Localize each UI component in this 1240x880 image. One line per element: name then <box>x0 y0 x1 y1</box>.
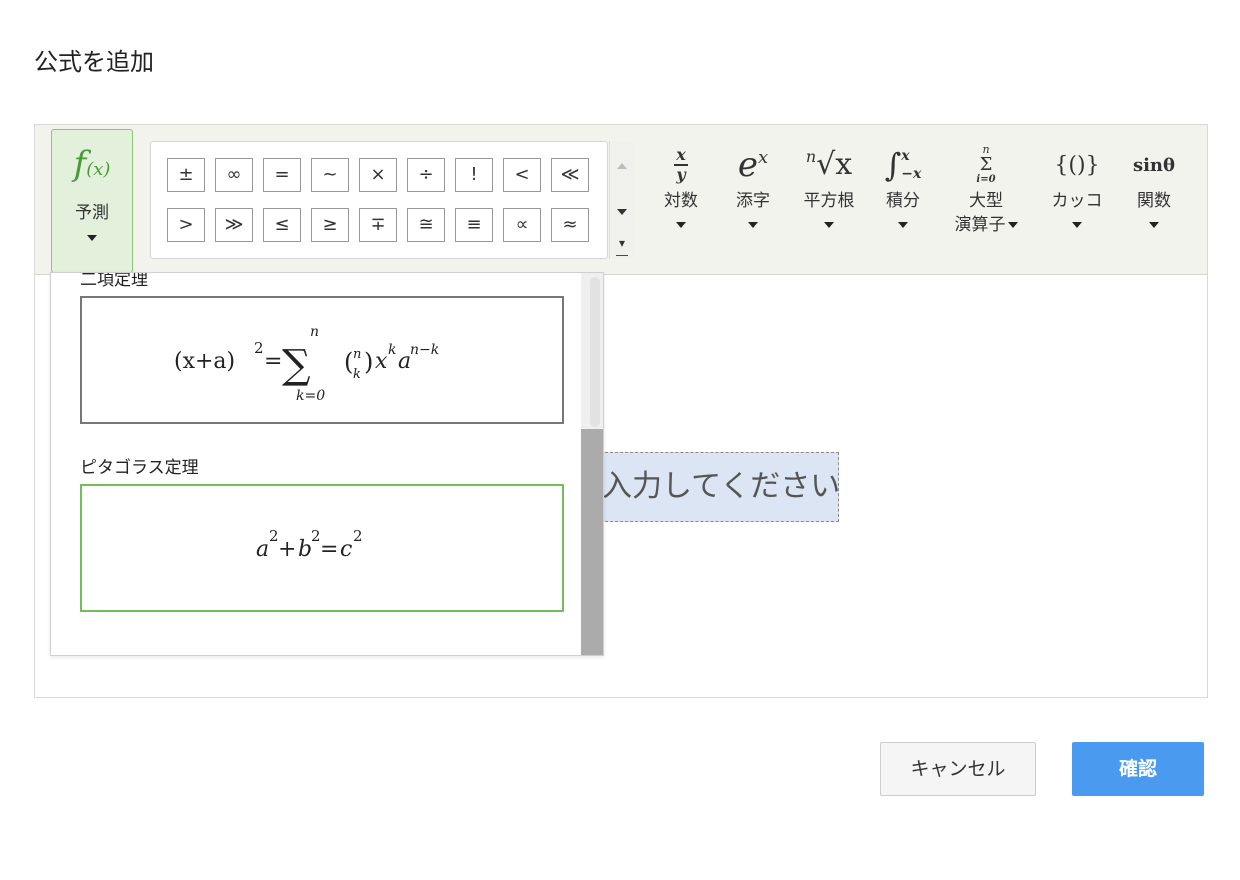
symbol-approx[interactable]: ≈ <box>551 208 589 242</box>
predict-button[interactable]: f(x) 予測 <box>51 129 133 273</box>
functions-tool-button[interactable]: sinθ 関数 <box>1125 141 1183 232</box>
brackets-tool-button[interactable]: {()} カッコ <box>1041 141 1113 232</box>
chevron-down-icon <box>1149 222 1159 228</box>
chevron-down-icon <box>1072 222 1082 228</box>
dialog-title: 公式を追加 <box>34 48 154 76</box>
binom-bottom: k <box>353 367 361 382</box>
symbol-divide[interactable]: ÷ <box>407 158 445 192</box>
formula-equals: = <box>264 349 282 374</box>
formula-c: c <box>340 537 352 562</box>
root-tool-label: 平方根 <box>803 191 855 211</box>
log-tool-label: 対数 <box>664 191 698 211</box>
chevron-down-icon <box>898 222 908 228</box>
symbol-equals[interactable]: = <box>263 158 301 192</box>
symbol-infinity[interactable]: ∞ <box>215 158 253 192</box>
binom-top: n <box>353 347 361 362</box>
binom-close: ) <box>364 348 373 376</box>
log-tool-button[interactable]: xy 対数 <box>653 141 709 232</box>
symbol-times[interactable]: × <box>359 158 397 192</box>
cancel-button[interactable]: キャンセル <box>880 742 1036 796</box>
formula-x-exp: k <box>388 342 396 358</box>
predict-dropdown-list[interactable]: 二項定理 (x+a) 2 = ∑ n k=0 ( n k ) x k a n−k… <box>51 273 581 655</box>
large-operator-tool-button[interactable]: n Σ i=0 大型 演算子 <box>945 141 1027 237</box>
symbol-greater-than[interactable]: > <box>167 208 205 242</box>
sum-top: n <box>310 324 319 340</box>
symbol-minus-plus[interactable]: ∓ <box>359 208 397 242</box>
symbol-palette: ± ∞ = ~ × ÷ ! < ≪ > ≫ ≤ ≥ ∓ ≅ ≡ ∝ ≈ <box>150 141 608 259</box>
fraction-icon: xy <box>653 141 709 189</box>
formula-lhs-exp: 2 <box>254 339 264 357</box>
symbol-identical[interactable]: ≡ <box>455 208 493 242</box>
symbol-greater-equal[interactable]: ≥ <box>311 208 349 242</box>
integral-tool-button[interactable]: ∫ x −x 積分 <box>877 141 929 232</box>
scroll-down-icon[interactable] <box>617 209 627 215</box>
symbol-plus-minus[interactable]: ± <box>167 158 205 192</box>
chevron-down-icon <box>1007 222 1018 228</box>
symbol-row-1: ± ∞ = ~ × ÷ ! < ≪ <box>167 158 589 192</box>
binomial-formula: (x+a) 2 = ∑ n k=0 ( n k ) x k a n−k <box>174 324 439 404</box>
chevron-down-icon <box>676 222 686 228</box>
function-icon: f(x) <box>73 144 111 184</box>
symbol-factorial[interactable]: ! <box>455 158 493 192</box>
root-tool-button[interactable]: n √x 平方根 <box>797 141 861 232</box>
brackets-icon: {()} <box>1054 152 1100 178</box>
integral-tool-label: 積分 <box>886 191 920 211</box>
confirm-button[interactable]: 確認 <box>1072 742 1204 796</box>
formula-c-exp: 2 <box>353 527 363 545</box>
symbol-row-2: > ≫ ≤ ≥ ∓ ≅ ≡ ∝ ≈ <box>167 208 589 242</box>
dropdown-scrollbar[interactable] <box>581 273 603 655</box>
script-tool-button[interactable]: ex 添字 <box>725 141 781 232</box>
formula-a-exp: n−k <box>410 342 439 358</box>
expand-palette-icon[interactable]: ▾ ― <box>616 237 628 261</box>
scroll-up-icon[interactable] <box>617 163 627 169</box>
symbol-much-less-than[interactable]: ≪ <box>551 158 589 192</box>
formula-equals: = <box>320 537 338 562</box>
symbol-proportional[interactable]: ∝ <box>503 208 541 242</box>
formula-option-binomial[interactable]: (x+a) 2 = ∑ n k=0 ( n k ) x k a n−k <box>80 296 564 424</box>
formula-label-pythagorean: ピタゴラス定理 <box>80 458 199 478</box>
chevron-down-icon <box>748 222 758 228</box>
formula-plus: + <box>278 537 296 562</box>
exponent-icon: ex <box>737 145 769 185</box>
symbol-palette-scroller: ▾ ― <box>609 141 633 261</box>
large-operator-tool-label: 大型 <box>969 191 1003 211</box>
formula-option-pythagorean[interactable]: a 2 + b 2 = c 2 <box>80 484 564 612</box>
large-operator-tool-label-2: 演算子 <box>945 213 1027 237</box>
formula-x: x <box>375 349 388 374</box>
sum-symbol: ∑ <box>282 342 311 388</box>
chevron-down-icon <box>87 235 97 241</box>
formula-label-binomial: 二項定理 <box>80 273 148 290</box>
formula-lhs: (x+a) <box>174 349 235 374</box>
predict-dropdown: 二項定理 (x+a) 2 = ∑ n k=0 ( n k ) x k a n−k… <box>50 272 604 656</box>
scrollbar-track[interactable] <box>590 277 600 427</box>
formula-a: a <box>256 537 269 562</box>
symbol-congruent[interactable]: ≅ <box>407 208 445 242</box>
symbol-much-greater-than[interactable]: ≫ <box>215 208 253 242</box>
sum-bottom: k=0 <box>296 388 325 404</box>
integral-icon: ∫ x −x <box>884 146 922 184</box>
symbol-less-equal[interactable]: ≤ <box>263 208 301 242</box>
script-tool-label: 添字 <box>736 191 770 211</box>
predict-label: 予測 <box>75 203 109 223</box>
pythagorean-formula: a 2 + b 2 = c 2 <box>256 527 363 562</box>
formula-b: b <box>298 537 312 562</box>
sine-icon: sinθ <box>1132 154 1176 176</box>
chevron-down-icon <box>824 222 834 228</box>
scrollbar-thumb[interactable] <box>581 429 603 655</box>
formula-input-placeholder[interactable]: 入力してください <box>595 452 839 522</box>
symbol-tilde[interactable]: ~ <box>311 158 349 192</box>
editor-toolbar: f(x) 予測 ± ∞ = ~ × ÷ ! < ≪ > ≫ ≤ ≥ ∓ ≅ ≡ … <box>35 125 1207 275</box>
root-icon: n √x <box>805 147 853 182</box>
functions-tool-label: 関数 <box>1137 191 1171 211</box>
binom-open: ( <box>344 348 353 376</box>
sum-icon: n Σ i=0 <box>976 143 996 186</box>
brackets-tool-label: カッコ <box>1051 191 1103 211</box>
symbol-less-than[interactable]: < <box>503 158 541 192</box>
